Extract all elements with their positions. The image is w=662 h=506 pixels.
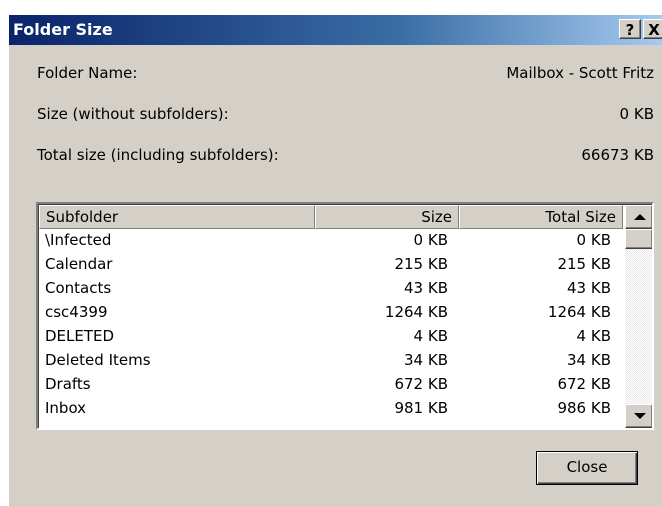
close-button[interactable]: Close: [536, 451, 638, 485]
subfolder-total-size: 43 KB: [567, 279, 611, 297]
table-row[interactable]: Drafts 672 KB 672 KB: [39, 373, 623, 397]
subfolder-size: 981 KB: [394, 399, 448, 417]
subfolder-size: 43 KB: [404, 279, 448, 297]
total-size-value: 66673 KB: [581, 146, 654, 164]
subfolder-size: 4 KB: [413, 327, 448, 345]
subfolder-name: Calendar: [45, 255, 113, 273]
arrow-up-icon: [634, 214, 646, 220]
table-row[interactable]: csc4399 1264 KB 1264 KB: [39, 301, 623, 325]
table-row[interactable]: Calendar 215 KB 215 KB: [39, 253, 623, 277]
subfolder-name: \Infected: [45, 231, 112, 249]
subfolder-size: 34 KB: [404, 351, 448, 369]
arrow-down-icon: [634, 413, 646, 419]
scroll-up-button[interactable]: [625, 205, 652, 229]
size-label: Size (without subfolders):: [37, 105, 229, 123]
list-header: Subfolder Size Total Size: [39, 205, 623, 229]
subfolder-total-size: 672 KB: [557, 375, 611, 393]
subfolder-total-size: 215 KB: [557, 255, 611, 273]
table-row[interactable]: Inbox 981 KB 986 KB: [39, 397, 623, 421]
vertical-scrollbar[interactable]: [625, 205, 652, 428]
subfolder-total-size: 34 KB: [567, 351, 611, 369]
help-button[interactable]: ?: [619, 19, 641, 39]
column-header-total-size[interactable]: Total Size: [459, 205, 623, 229]
subfolder-list[interactable]: Subfolder Size Total Size \Infected 0 KB 0…: [36, 202, 654, 430]
scroll-down-button[interactable]: [625, 404, 652, 428]
size-value: 0 KB: [619, 105, 654, 123]
subfolder-total-size: 0 KB: [576, 231, 611, 249]
table-row[interactable]: Deleted Items 34 KB 34 KB: [39, 349, 623, 373]
subfolder-size: 1264 KB: [384, 303, 448, 321]
subfolder-name: csc4399: [45, 303, 108, 321]
total-size-label: Total size (including subfolders):: [37, 146, 279, 164]
subfolder-name: Deleted Items: [45, 351, 151, 369]
folder-name-label: Folder Name:: [37, 64, 138, 82]
folder-size-dialog: Folder Size ? X Folder Name: Mailbox - S…: [9, 15, 662, 506]
subfolder-name: Drafts: [45, 375, 91, 393]
window-title: Folder Size: [13, 20, 113, 39]
subfolder-name: Contacts: [45, 279, 112, 297]
title-bar[interactable]: Folder Size ? X: [9, 15, 662, 45]
subfolder-size: 215 KB: [394, 255, 448, 273]
subfolder-total-size: 4 KB: [576, 327, 611, 345]
column-header-size[interactable]: Size: [315, 205, 459, 229]
table-row[interactable]: DELETED 4 KB 4 KB: [39, 325, 623, 349]
column-header-subfolder[interactable]: Subfolder: [39, 205, 315, 229]
table-row[interactable]: Contacts 43 KB 43 KB: [39, 277, 623, 301]
subfolder-total-size: 986 KB: [557, 399, 611, 417]
window-close-button[interactable]: X: [643, 19, 662, 39]
subfolder-size: 672 KB: [394, 375, 448, 393]
subfolder-total-size: 1264 KB: [547, 303, 611, 321]
subfolder-name: Inbox: [45, 399, 87, 417]
list-rows: \Infected 0 KB 0 KB Calendar 215 KB 215 KB C…: [39, 229, 623, 421]
folder-name-value: Mailbox - Scott Fritz: [506, 64, 654, 82]
subfolder-name: DELETED: [45, 327, 115, 345]
scroll-thumb[interactable]: [625, 229, 652, 249]
subfolder-size: 0 KB: [413, 231, 448, 249]
table-row[interactable]: \Infected 0 KB 0 KB: [39, 229, 623, 253]
